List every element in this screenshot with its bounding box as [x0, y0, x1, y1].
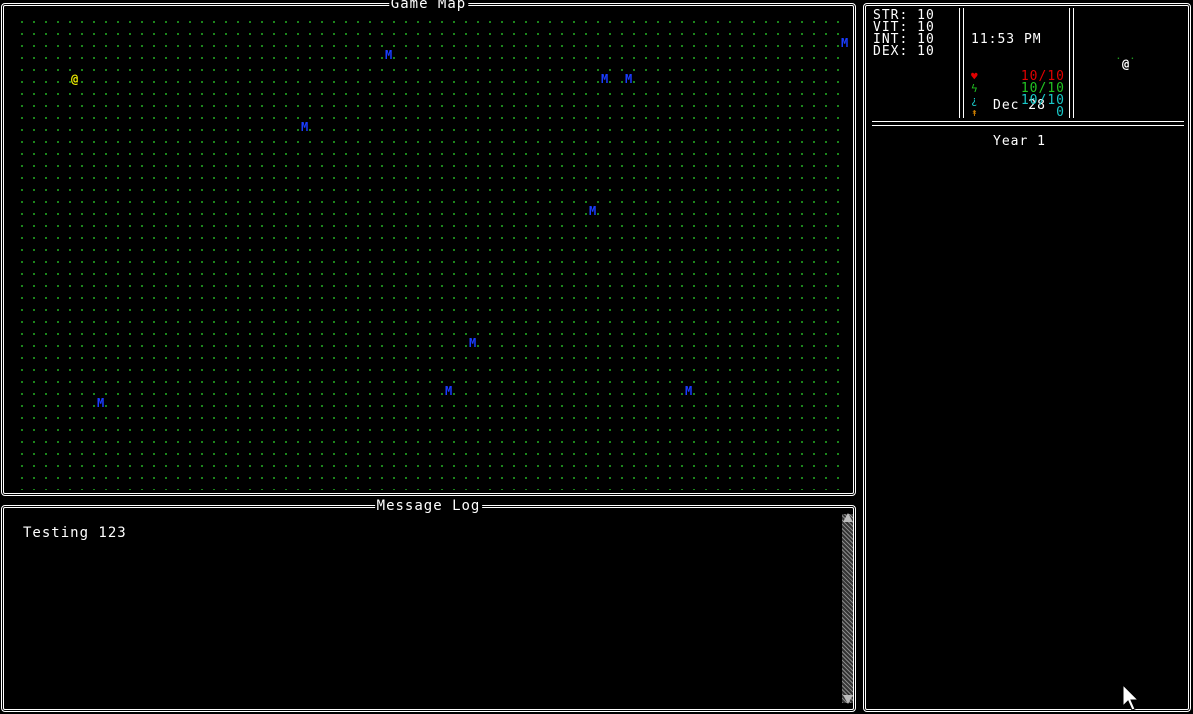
- monster-glyph: M: [589, 204, 597, 218]
- scroll-down-icon[interactable]: [843, 695, 853, 704]
- player-glyph: @: [71, 72, 79, 86]
- clock-year: Year 1: [993, 134, 1046, 149]
- game-map-title: Game Map: [388, 0, 469, 11]
- minimap-tile: .: [1116, 52, 1121, 61]
- game-map-panel: Game Map @ M M M M M M M M M M: [1, 0, 856, 496]
- vital-bars: ♥ 10/10 ϟ 10/10 ¿ 10/10 ↟ 0: [969, 70, 1067, 120]
- xp-value: 0: [1056, 105, 1065, 120]
- map-grid[interactable]: @ M M M M M M M M M M: [12, 14, 848, 490]
- mouse-cursor-icon: [1122, 684, 1140, 711]
- message-log-panel: Message Log Testing 123: [1, 499, 856, 712]
- monster-glyph: M: [445, 384, 453, 398]
- level-up-icon: ↟: [971, 106, 978, 119]
- stat-dex: DEX: 10: [873, 44, 935, 59]
- log-message: Testing 123: [23, 525, 127, 541]
- monster-glyph: M: [469, 336, 477, 350]
- monster-glyph: M: [97, 396, 105, 410]
- clock-time: 11:53 PM: [971, 32, 1042, 47]
- divider: [959, 8, 964, 118]
- minimap-tile: .: [1130, 52, 1135, 61]
- monster-glyph: M: [685, 384, 693, 398]
- log-scrollbar[interactable]: [842, 513, 853, 704]
- xp-row: ↟ 0: [969, 105, 1067, 120]
- monster-glyph: M: [601, 72, 609, 86]
- attribute-stats: STR: 10 VIT: 10 INT: 10 DEX: 10: [873, 9, 935, 59]
- monster-glyph: M: [301, 120, 309, 134]
- status-panel: STR: 10 VIT: 10 INT: 10 DEX: 10 11:53 PM…: [863, 3, 1191, 712]
- message-log-title: Message Log: [374, 498, 483, 514]
- mana-row: ¿ 10/10: [969, 94, 1067, 107]
- monster-glyph: M: [625, 72, 633, 86]
- divider: [1069, 8, 1074, 118]
- minimap-player: @: [1122, 57, 1130, 71]
- scroll-up-icon[interactable]: [843, 513, 853, 522]
- monster-glyph: M: [841, 36, 848, 50]
- monster-glyph: M: [385, 48, 393, 62]
